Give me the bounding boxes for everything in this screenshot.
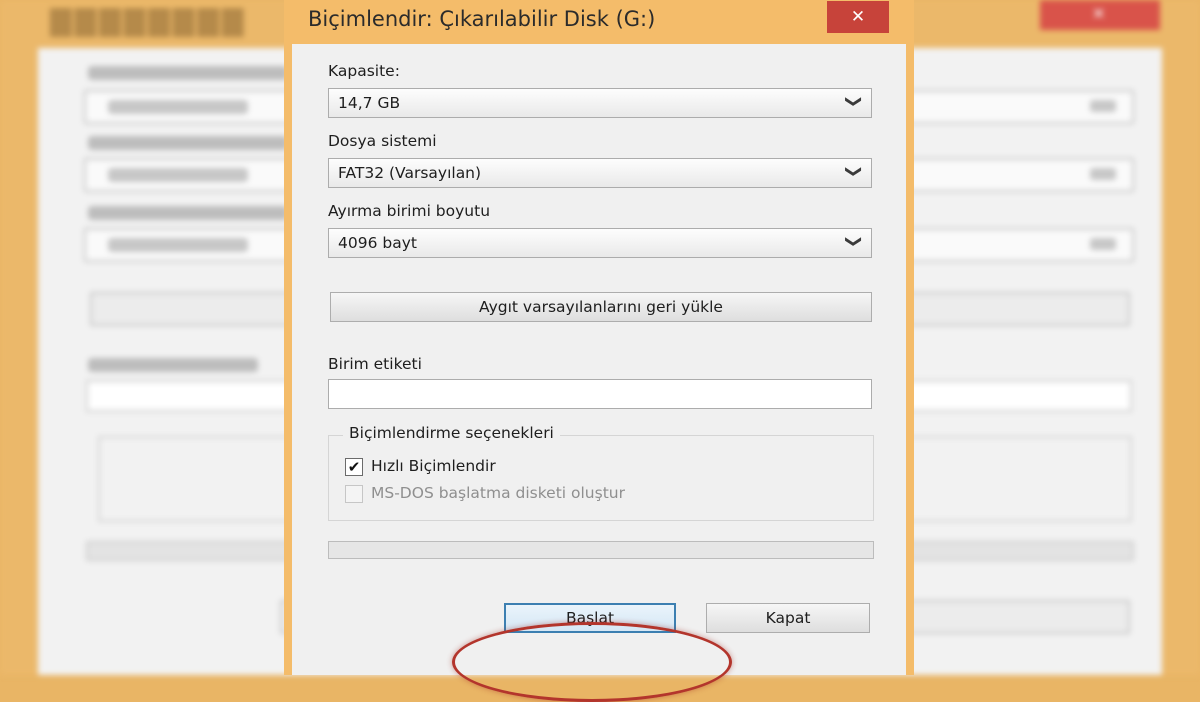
dialog-title: Biçimlendir: Çıkarılabilir Disk (G:) <box>308 7 656 31</box>
format-options-legend: Biçimlendirme seçenekleri <box>343 424 560 442</box>
volume-label-label: Birim etiketi <box>328 355 422 373</box>
quick-format-checkbox[interactable]: ✔ <box>345 458 363 476</box>
chevron-down-icon: ❯ <box>844 234 864 249</box>
chevron-down-icon: ❯ <box>844 164 864 179</box>
file-system-value: FAT32 (Varsayılan) <box>338 164 482 182</box>
capacity-dropdown[interactable]: 14,7 GB ❯ <box>328 88 872 118</box>
capacity-label: Kapasite: <box>328 62 400 80</box>
start-button-highlight-ring <box>452 622 732 702</box>
background-label <box>88 358 258 372</box>
file-system-label: Dosya sistemi <box>328 132 437 150</box>
format-progress-bar <box>328 541 874 559</box>
close-icon: ✕ <box>850 7 866 27</box>
close-window-button[interactable]: ✕ <box>827 1 889 33</box>
format-options-group: Biçimlendirme seçenekleri ✔ Hızlı Biçiml… <box>328 424 874 521</box>
allocation-unit-dropdown[interactable]: 4096 bayt ❯ <box>328 228 872 258</box>
volume-label-input[interactable] <box>328 379 872 409</box>
background-close-button <box>1040 0 1160 30</box>
background-window-title: ▇▇▇▇▇▇▇▇ <box>50 4 247 37</box>
dialog-client-area: Kapasite: 14,7 GB ❯ Dosya sistemi FAT32 … <box>292 44 906 702</box>
chevron-down-icon: ❯ <box>844 94 864 109</box>
file-system-dropdown[interactable]: FAT32 (Varsayılan) ❯ <box>328 158 872 188</box>
close-button[interactable]: Kapat <box>706 603 870 633</box>
format-dialog: Biçimlendir: Çıkarılabilir Disk (G:) ✕ K… <box>284 0 914 702</box>
background-label <box>88 136 288 150</box>
restore-defaults-button[interactable]: Aygıt varsayılanlarını geri yükle <box>330 292 872 322</box>
capacity-value: 14,7 GB <box>338 94 401 112</box>
msdos-startup-checkbox <box>345 485 363 503</box>
allocation-unit-value: 4096 bayt <box>338 234 417 252</box>
background-label <box>88 206 288 220</box>
msdos-startup-label: MS-DOS başlatma disketi oluştur <box>371 484 625 502</box>
background-label <box>88 66 288 80</box>
background-button <box>900 600 1130 634</box>
quick-format-label: Hızlı Biçimlendir <box>371 457 496 475</box>
allocation-unit-label: Ayırma birimi boyutu <box>328 202 491 220</box>
